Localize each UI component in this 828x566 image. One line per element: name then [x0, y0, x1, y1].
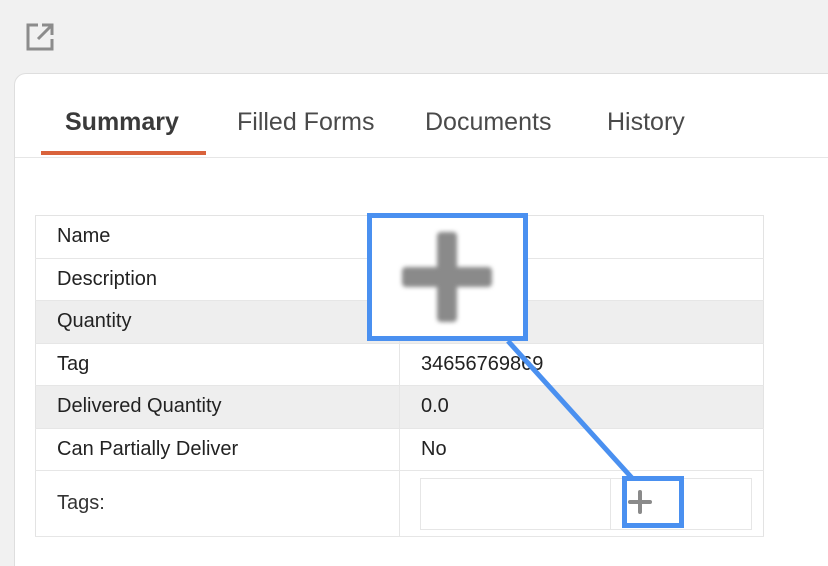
row-label-quantity: Quantity — [35, 300, 400, 344]
row-label-description: Description — [35, 258, 400, 301]
open-external-button[interactable] — [22, 19, 58, 55]
table-row: Delivered Quantity 0.0 — [35, 385, 764, 429]
row-label-can-partially-deliver: Can Partially Deliver — [35, 428, 400, 471]
row-label-tags: Tags: — [35, 470, 400, 537]
tab-filled-forms[interactable]: Filled Forms — [237, 108, 375, 137]
tab-bar: Summary Filled Forms Documents History — [15, 74, 828, 158]
tab-summary[interactable]: Summary — [65, 108, 179, 137]
external-link-icon — [26, 23, 54, 51]
row-label-name: Name — [35, 215, 400, 259]
zoom-callout — [367, 213, 528, 341]
tags-input[interactable] — [420, 478, 610, 530]
tab-history[interactable]: History — [607, 108, 685, 137]
row-value-tag: 34656769869 — [399, 343, 764, 386]
table-row: Tag 34656769869 — [35, 343, 764, 386]
highlight-box — [622, 476, 684, 528]
plus-icon — [398, 228, 496, 326]
row-label-delivered-quantity: Delivered Quantity — [35, 385, 400, 429]
row-value-delivered-quantity: 0.0 — [399, 385, 764, 429]
row-value-can-partially-deliver: No — [399, 428, 764, 471]
table-row: Can Partially Deliver No — [35, 428, 764, 471]
tags-cell — [399, 470, 764, 537]
tab-documents[interactable]: Documents — [425, 108, 551, 137]
active-tab-indicator — [41, 151, 206, 155]
row-label-tag: Tag — [35, 343, 400, 386]
